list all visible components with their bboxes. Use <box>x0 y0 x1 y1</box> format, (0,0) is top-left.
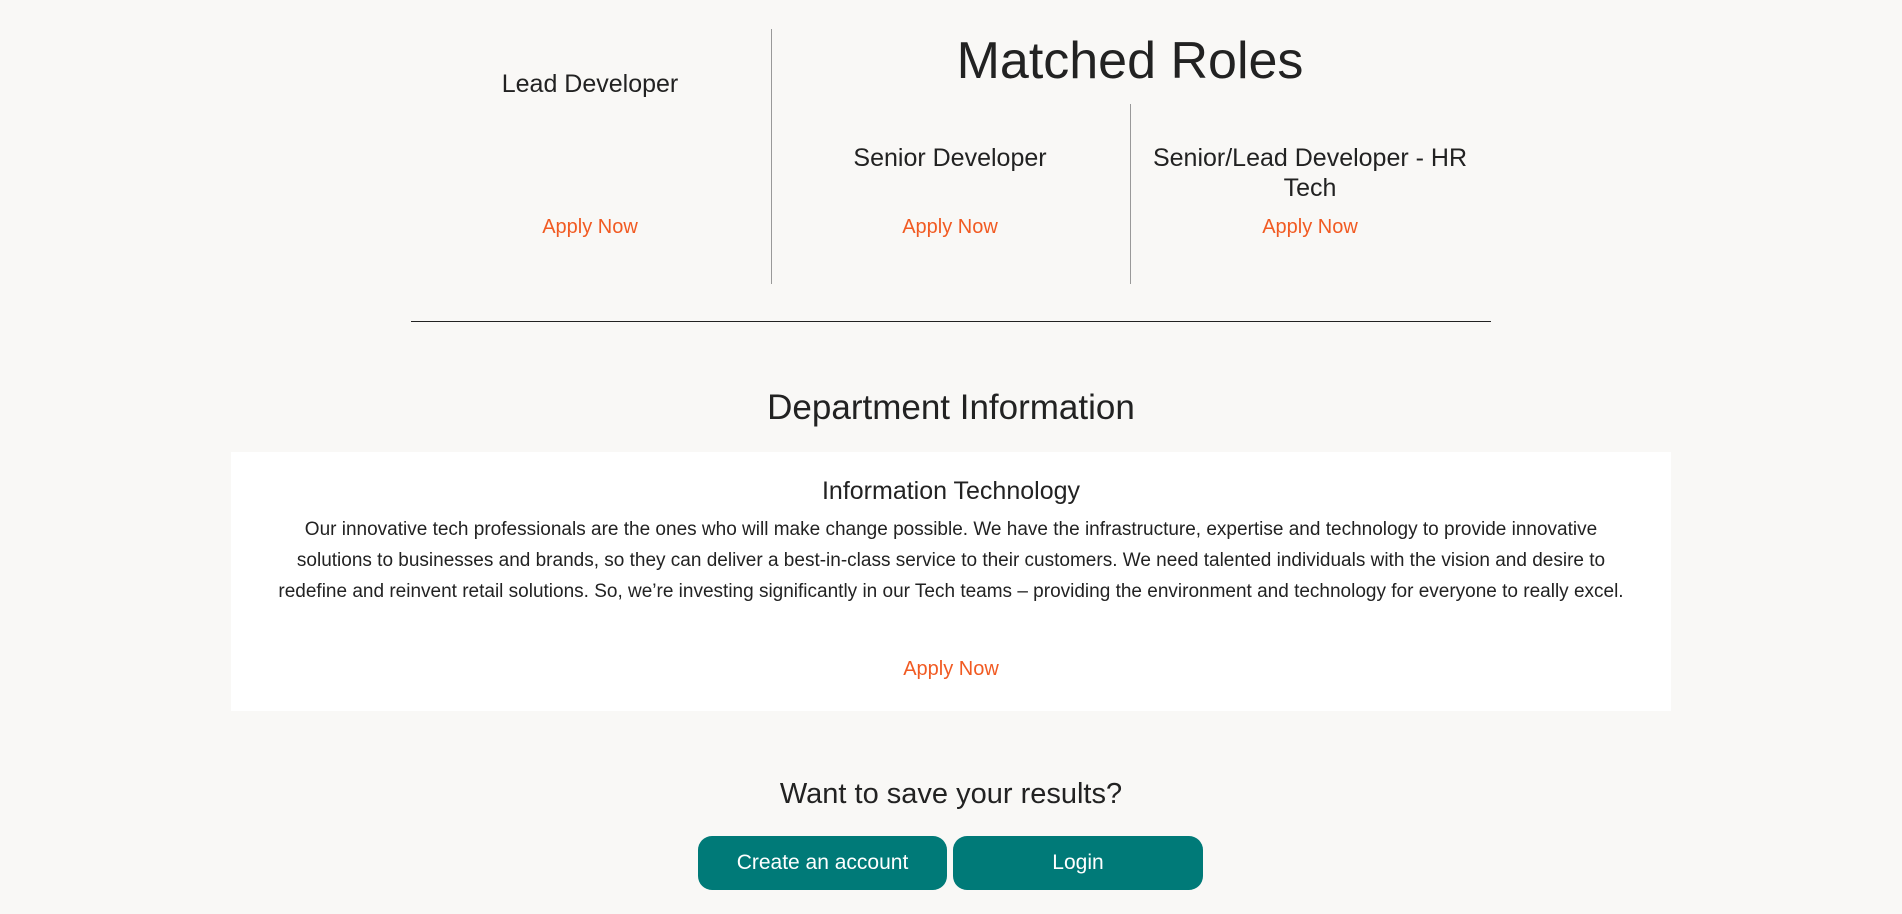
section-divider <box>411 321 1491 322</box>
department-heading: Department Information <box>767 388 1135 427</box>
apply-now-link[interactable]: Apply Now <box>800 216 1100 239</box>
save-results-heading: Want to save your results? <box>779 778 1123 810</box>
department-name: Information Technology <box>821 477 1081 505</box>
login-button[interactable]: Login <box>953 836 1203 890</box>
role-title: Lead Developer <box>501 70 679 98</box>
role-title: Senior Developer <box>853 144 1047 172</box>
apply-now-link[interactable]: Apply Now <box>440 216 740 239</box>
department-description: Our innovative tech professionals are th… <box>278 519 1624 602</box>
create-account-button[interactable]: Create an account <box>698 836 947 890</box>
apply-now-link[interactable]: Apply Now <box>1160 216 1460 239</box>
page-title: Matched Roles <box>956 32 1304 90</box>
apply-now-link[interactable]: Apply Now <box>801 658 1101 681</box>
role-title: Senior/Lead Developer - HR Tech <box>1152 144 1468 202</box>
column-divider <box>1130 104 1131 284</box>
column-divider <box>771 29 772 284</box>
department-card: Information Technology Our innovative te… <box>231 452 1671 711</box>
